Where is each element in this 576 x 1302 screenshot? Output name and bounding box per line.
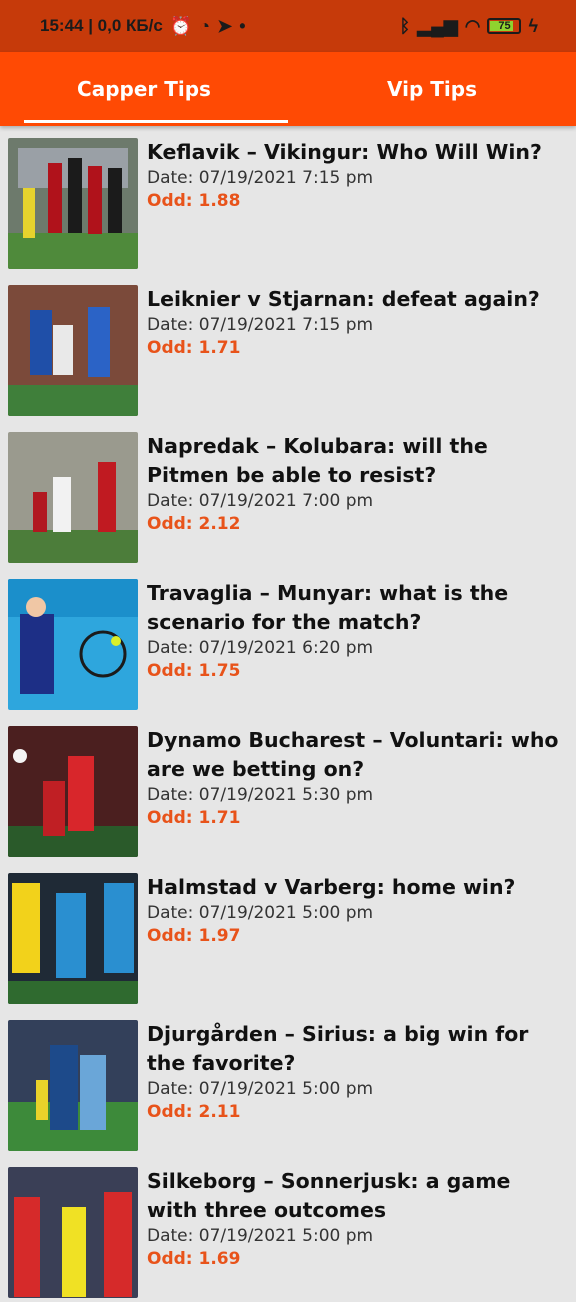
list-item[interactable]: Halmstad v Varberg: home win? Date: 07/1…	[0, 861, 576, 1008]
tip-odd: Odd: 1.88	[147, 191, 241, 211]
tab-vip-tips-label: Vip Tips	[387, 77, 477, 101]
alarm-icon: ⏰	[169, 16, 193, 36]
telegram-icon: ➤	[217, 16, 233, 36]
tip-odd: Odd: 2.12	[147, 514, 241, 534]
tips-list: Keflavik – Vikingur: Who Will Win? Date:…	[0, 126, 576, 1302]
tip-title: Travaglia – Munyar: what is the scenario…	[147, 581, 509, 634]
tip-title: Djurgården – Sirius: a big win for the f…	[147, 1022, 529, 1075]
list-item[interactable]: Keflavik – Vikingur: Who Will Win? Date:…	[0, 126, 576, 273]
charging-icon: ϟ	[528, 16, 538, 36]
tab-capper-tips[interactable]: Capper Tips	[0, 52, 288, 126]
tip-date: Date: 07/19/2021 5:30 pm	[147, 785, 374, 805]
status-bar: 15:44 | 0,0 КБ/с ⏰ ◔ ➤ • ᛒ ▂▄▆ ◠ 75 ϟ	[0, 0, 576, 52]
battery-icon: 75	[487, 18, 522, 34]
match-thumbnail	[8, 285, 138, 416]
tip-odd: Odd: 2.11	[147, 1102, 241, 1122]
list-item[interactable]: Napredak – Kolubara: will the Pitmen be …	[0, 420, 576, 567]
tip-date: Date: 07/19/2021 5:00 pm	[147, 1079, 374, 1099]
tip-odd: Odd: 1.75	[147, 661, 241, 681]
bluetooth-icon: ᛒ	[399, 16, 411, 36]
sync-icon: ◔	[199, 16, 211, 36]
tip-date: Date: 07/19/2021 7:00 pm	[147, 491, 374, 511]
tip-title: Keflavik – Vikingur: Who Will Win?	[147, 140, 542, 164]
match-thumbnail	[8, 579, 138, 710]
status-right: ᛒ ▂▄▆ ◠ 75 ϟ	[399, 17, 538, 35]
list-item[interactable]: Leiknier v Stjarnan: defeat again? Date:…	[0, 273, 576, 420]
tip-date: Date: 07/19/2021 6:20 pm	[147, 638, 374, 658]
active-tab-indicator	[24, 120, 288, 123]
match-thumbnail	[8, 138, 138, 269]
tip-odd: Odd: 1.71	[147, 808, 241, 828]
tip-odd: Odd: 1.69	[147, 1249, 241, 1269]
tip-title: Napredak – Kolubara: will the Pitmen be …	[147, 434, 488, 487]
dot-icon: •	[239, 16, 246, 36]
tip-date: Date: 07/19/2021 7:15 pm	[147, 168, 374, 188]
wifi-icon: ◠	[464, 16, 481, 36]
status-time: 15:44 | 0,0 КБ/с	[40, 16, 163, 35]
signal-icon: ▂▄▆	[417, 16, 458, 36]
tip-title: Dynamo Bucharest – Voluntari: who are we…	[147, 728, 559, 781]
match-thumbnail	[8, 432, 138, 563]
tip-title: Leiknier v Stjarnan: defeat again?	[147, 287, 540, 311]
match-thumbnail	[8, 873, 138, 1004]
tip-odd: Odd: 1.97	[147, 926, 241, 946]
match-thumbnail	[8, 1020, 138, 1151]
tip-date: Date: 07/19/2021 7:15 pm	[147, 315, 374, 335]
tip-title: Silkeborg – Sonnerjusk: a game with thre…	[147, 1169, 511, 1222]
tip-date: Date: 07/19/2021 5:00 pm	[147, 1226, 374, 1246]
match-thumbnail	[8, 1167, 138, 1298]
tip-title: Halmstad v Varberg: home win?	[147, 875, 516, 899]
list-item[interactable]: Djurgården – Sirius: a big win for the f…	[0, 1008, 576, 1155]
status-left: 15:44 | 0,0 КБ/с ⏰ ◔ ➤ •	[40, 16, 246, 36]
tab-bar: Capper Tips Vip Tips	[0, 52, 576, 126]
tab-capper-tips-label: Capper Tips	[77, 77, 211, 101]
tab-vip-tips[interactable]: Vip Tips	[288, 52, 576, 126]
match-thumbnail	[8, 726, 138, 857]
battery-level: 75	[498, 20, 511, 32]
tip-odd: Odd: 1.71	[147, 338, 241, 358]
list-item[interactable]: Dynamo Bucharest – Voluntari: who are we…	[0, 714, 576, 861]
tip-date: Date: 07/19/2021 5:00 pm	[147, 903, 374, 923]
list-item[interactable]: Travaglia – Munyar: what is the scenario…	[0, 567, 576, 714]
